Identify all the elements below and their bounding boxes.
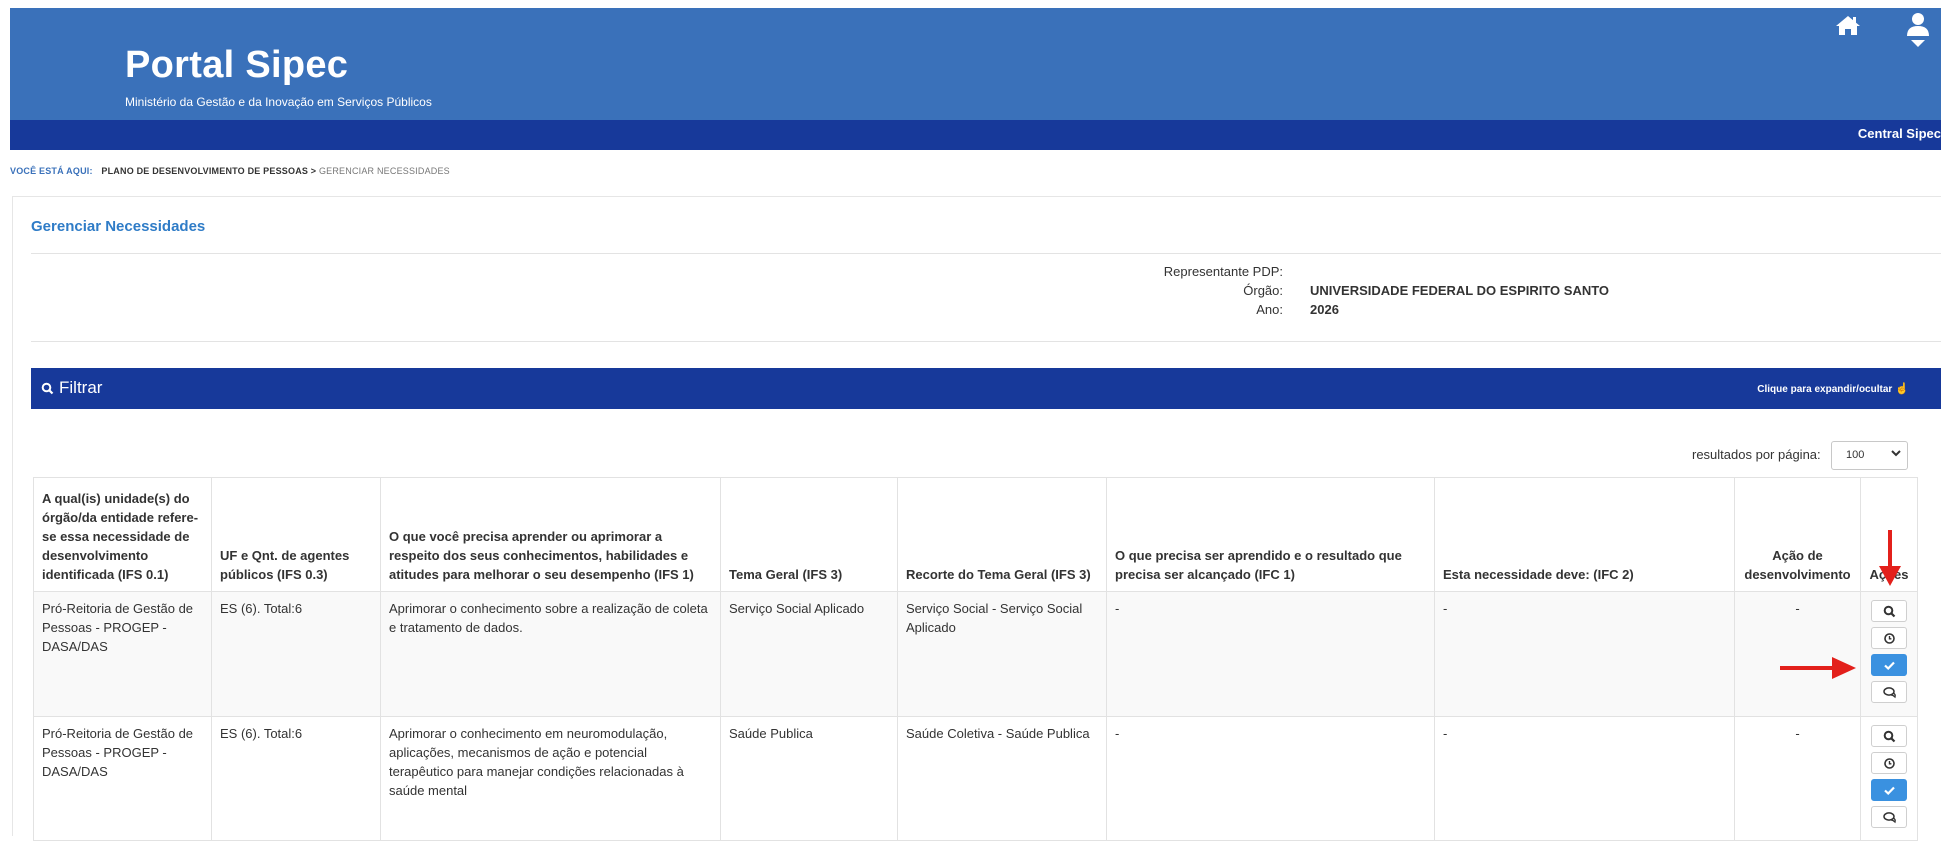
view-button[interactable] bbox=[1871, 725, 1907, 747]
filter-toggle-label: Clique para expandir/ocultar bbox=[1757, 384, 1893, 395]
divider bbox=[31, 341, 1941, 342]
necessidades-table: A qual(is) unidade(s) do órgão/da entida… bbox=[33, 477, 1918, 841]
cell-tema: Serviço Social Aplicado bbox=[720, 591, 898, 717]
results-per-page-value: 100 bbox=[1846, 449, 1865, 461]
central-sipec-link[interactable]: Central Sipec bbox=[1858, 126, 1941, 141]
comment-icon bbox=[1883, 687, 1896, 699]
approve-button[interactable] bbox=[1871, 779, 1907, 801]
orgao-value: UNIVERSIDADE FEDERAL DO ESPIRITO SANTO bbox=[1310, 283, 1610, 298]
history-button[interactable] bbox=[1871, 627, 1907, 649]
ano-value: 2026 bbox=[1310, 302, 1339, 317]
cell-unidade: Pró-Reitoria de Gestão de Pessoas - PROG… bbox=[33, 716, 212, 841]
cell-unidade: Pró-Reitoria de Gestão de Pessoas - PROG… bbox=[33, 591, 212, 717]
cell-resultado: - bbox=[1106, 591, 1435, 717]
cell-deve: - bbox=[1434, 591, 1735, 717]
clock-icon bbox=[1884, 758, 1895, 769]
cell-recorte: Serviço Social - Serviço Social Aplicado bbox=[897, 591, 1107, 717]
cell-tema: Saúde Publica bbox=[720, 716, 898, 841]
check-icon bbox=[1884, 661, 1895, 671]
cell-uf: ES (6). Total:6 bbox=[211, 716, 381, 841]
cell-acoes bbox=[1860, 591, 1918, 717]
cell-resultado: - bbox=[1106, 716, 1435, 841]
col-header-unidade: A qual(is) unidade(s) do órgão/da entida… bbox=[33, 477, 212, 592]
table-row: Pró-Reitoria de Gestão de Pessoas - PROG… bbox=[33, 716, 1918, 841]
col-header-recorte: Recorte do Tema Geral (IFS 3) bbox=[897, 477, 1107, 592]
results-per-page-label: resultados por página: bbox=[1692, 447, 1821, 462]
col-header-deve: Esta necessidade deve: (IFC 2) bbox=[1434, 477, 1735, 592]
filter-label: Filtrar bbox=[59, 378, 103, 397]
search-icon bbox=[1883, 730, 1896, 743]
home-icon[interactable] bbox=[1835, 14, 1861, 36]
breadcrumb: VOCÊ ESTÁ AQUI: PLANO DE DESENVOLVIMENTO… bbox=[10, 166, 450, 176]
representante-label: Representante PDP: bbox=[1163, 264, 1283, 279]
cell-aprender: Aprimorar o conhecimento sobre a realiza… bbox=[380, 591, 721, 717]
col-header-tema: Tema Geral (IFS 3) bbox=[720, 477, 898, 592]
check-icon bbox=[1884, 786, 1895, 796]
cell-acoes bbox=[1860, 716, 1918, 841]
table-row: Pró-Reitoria de Gestão de Pessoas - PROG… bbox=[33, 591, 1918, 717]
approve-button[interactable] bbox=[1871, 654, 1907, 676]
comment-icon bbox=[1883, 812, 1896, 824]
top-nav-bar: Central Sipec bbox=[10, 120, 1941, 150]
divider bbox=[31, 253, 1941, 254]
filter-panel-header[interactable]: Filtrar Clique para expandir/ocultar ☝ bbox=[31, 368, 1941, 409]
col-header-resultado: O que precisa ser aprendido e o resultad… bbox=[1106, 477, 1435, 592]
col-header-aprender: O que você precisa aprender ou aprimorar… bbox=[380, 477, 721, 592]
cell-recorte: Saúde Coletiva - Saúde Publica bbox=[897, 716, 1107, 841]
cell-deve: - bbox=[1434, 716, 1735, 841]
breadcrumb-item-pdp[interactable]: PLANO DE DESENVOLVIMENTO DE PESSOAS > bbox=[101, 166, 316, 176]
pointer-hand-icon: ☝ bbox=[1895, 383, 1909, 395]
clock-icon bbox=[1884, 633, 1895, 644]
cell-aprender: Aprimorar o conhecimento em neuromodulaç… bbox=[380, 716, 721, 841]
cell-uf: ES (6). Total:6 bbox=[211, 591, 381, 717]
orgao-label: Órgão: bbox=[1243, 283, 1283, 298]
results-per-page-select[interactable]: 100 bbox=[1831, 441, 1908, 470]
search-icon bbox=[1883, 605, 1896, 618]
view-button[interactable] bbox=[1871, 600, 1907, 622]
site-header: Portal Sipec Ministério da Gestão e da I… bbox=[10, 8, 1941, 120]
breadcrumb-label: VOCÊ ESTÁ AQUI: bbox=[10, 166, 93, 176]
filter-toggle[interactable]: Clique para expandir/ocultar ☝ bbox=[1757, 382, 1909, 395]
chevron-down-icon bbox=[1891, 448, 1901, 460]
portal-subtitle: Ministério da Gestão e da Inovação em Se… bbox=[125, 95, 432, 109]
history-button[interactable] bbox=[1871, 752, 1907, 774]
ano-label: Ano: bbox=[1256, 302, 1283, 317]
portal-title[interactable]: Portal Sipec bbox=[125, 44, 348, 87]
page-title: Gerenciar Necessidades bbox=[31, 218, 206, 235]
cell-acao: - bbox=[1734, 716, 1861, 841]
breadcrumb-item-current: GERENCIAR NECESSIDADES bbox=[318, 166, 450, 176]
arrow-down-annotation bbox=[1879, 530, 1901, 586]
user-icon[interactable] bbox=[1906, 12, 1930, 50]
search-icon bbox=[41, 382, 54, 395]
comment-button[interactable] bbox=[1871, 681, 1907, 703]
cell-acao: - bbox=[1734, 591, 1861, 717]
comment-button[interactable] bbox=[1871, 806, 1907, 828]
col-header-uf: UF e Qnt. de agentes públicos (IFS 0.3) bbox=[211, 477, 381, 592]
arrow-right-annotation bbox=[1780, 657, 1856, 679]
col-header-acao: Ação de desenvolvimento bbox=[1734, 477, 1861, 592]
